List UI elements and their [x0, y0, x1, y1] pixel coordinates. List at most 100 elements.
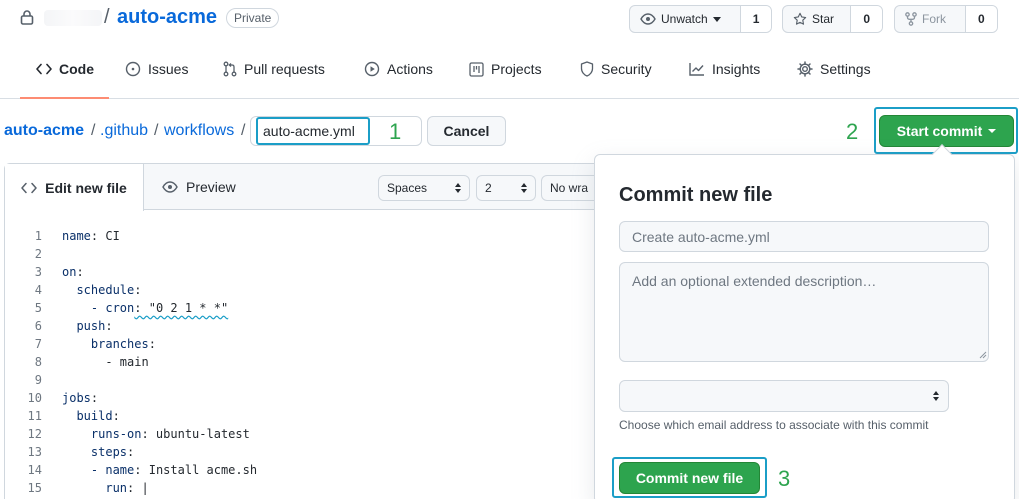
- eye-icon: [162, 181, 178, 193]
- step-marker-2: 2: [846, 119, 859, 144]
- commit-description-textarea[interactable]: [619, 262, 989, 362]
- eye-icon: [640, 13, 656, 25]
- code-line: 3 on:: [34, 265, 84, 279]
- fork-button[interactable]: Fork: [895, 6, 965, 32]
- code-line: 1 name: CI: [34, 229, 120, 243]
- code-line: 14 - name: Install acme.sh: [27, 463, 258, 477]
- select-arrows-icon: [521, 183, 527, 193]
- watch-count[interactable]: 1: [740, 6, 771, 32]
- code-line: 7 branches:: [34, 337, 156, 351]
- code-line: 12 runs-on: ubuntu-latest: [27, 427, 250, 441]
- code-line: 10 jobs:: [27, 391, 99, 405]
- pull-request-icon: [223, 61, 237, 77]
- graph-icon: [689, 63, 704, 76]
- select-arrows-icon: [933, 391, 939, 401]
- code-line: 8 - main: [34, 355, 149, 369]
- tab-settings[interactable]: Settings: [797, 40, 871, 98]
- tab-issues-label: Issues: [148, 61, 189, 77]
- lock-icon: [20, 10, 34, 25]
- breadcrumb-github-link[interactable]: .github: [100, 122, 148, 140]
- chevron-down-icon: [988, 129, 997, 133]
- gear-icon: [797, 61, 813, 77]
- repo-nav: Code Issues Pull requests Actions Projec…: [0, 40, 1019, 99]
- step-marker-1: 1: [389, 119, 402, 144]
- chevron-down-icon: [712, 16, 721, 22]
- commit-email-select[interactable]: [619, 380, 949, 412]
- watch-button-group: Unwatch 1: [629, 5, 772, 33]
- tab-preview[interactable]: Preview: [162, 164, 236, 210]
- indent-mode-select[interactable]: Spaces: [378, 175, 470, 201]
- code-line: 15 run: |: [27, 481, 149, 495]
- tab-pull-requests[interactable]: Pull requests: [223, 40, 325, 98]
- tab-projects[interactable]: Projects: [469, 40, 542, 98]
- filename-input[interactable]: [256, 117, 370, 145]
- cancel-button[interactable]: Cancel: [427, 116, 506, 146]
- code-line: 2: [34, 247, 42, 261]
- star-label: Star: [812, 12, 835, 26]
- repo-owner-redacted: [44, 10, 102, 26]
- resize-grip-icon[interactable]: [979, 351, 987, 359]
- unwatch-button[interactable]: Unwatch: [630, 6, 740, 32]
- visibility-badge: Private: [226, 8, 280, 28]
- star-button[interactable]: Star: [783, 6, 850, 32]
- tab-insights[interactable]: Insights: [689, 40, 760, 98]
- breadcrumb-separator: /: [241, 122, 246, 139]
- fork-label: Fork: [922, 12, 946, 26]
- star-button-group: Star 0: [782, 5, 883, 33]
- project-icon: [469, 61, 484, 77]
- unwatch-label: Unwatch: [661, 12, 708, 26]
- code-line: 4 schedule:: [34, 283, 142, 297]
- tab-edit-label: Edit new file: [45, 179, 127, 196]
- breadcrumb-workflows-link[interactable]: workflows: [164, 122, 234, 140]
- repo-header: / auto-acme Private Unwatch 1 Star 0 For…: [0, 0, 1019, 40]
- active-tab-underline: [20, 97, 109, 99]
- fork-icon: [905, 12, 917, 26]
- tab-edit-new-file[interactable]: Edit new file: [5, 164, 144, 211]
- code-editor[interactable]: 1 name: CI 2 3 on: 4 schedule: 5 - cron: "…: [5, 226, 605, 499]
- breadcrumb-separator: /: [154, 122, 159, 139]
- code-icon: [21, 182, 37, 193]
- tab-actions[interactable]: Actions: [364, 40, 433, 98]
- commit-summary-input[interactable]: [619, 221, 989, 252]
- indent-size-select[interactable]: 2: [476, 175, 536, 201]
- line-wrap-select[interactable]: No wra: [541, 175, 601, 201]
- repo-name-link[interactable]: auto-acme: [117, 6, 217, 29]
- tab-code-label: Code: [59, 61, 94, 77]
- tab-pull-requests-label: Pull requests: [244, 61, 325, 77]
- star-count[interactable]: 0: [850, 6, 882, 32]
- code-line: 11 build:: [27, 409, 120, 423]
- code-line: 13 steps:: [27, 445, 135, 459]
- start-commit-label: Start commit: [896, 123, 983, 139]
- tab-code[interactable]: Code: [36, 40, 94, 98]
- code-icon: [36, 63, 52, 75]
- tab-security[interactable]: Security: [580, 40, 652, 98]
- step-marker-3: 3: [778, 466, 791, 491]
- tab-issues[interactable]: Issues: [125, 40, 188, 98]
- shield-icon: [580, 61, 594, 77]
- tab-actions-label: Actions: [387, 61, 433, 77]
- select-arrows-icon: [455, 183, 461, 193]
- issue-icon: [125, 61, 141, 77]
- tab-settings-label: Settings: [820, 61, 871, 77]
- commit-email-hint: Choose which email address to associate …: [619, 418, 929, 432]
- indent-size-value: 2: [485, 181, 492, 195]
- breadcrumb-separator: /: [91, 122, 96, 139]
- start-commit-button[interactable]: Start commit: [879, 115, 1014, 147]
- tab-projects-label: Projects: [491, 61, 542, 77]
- repo-path-separator: /: [104, 6, 110, 28]
- commit-panel-title: Commit new file: [619, 184, 773, 206]
- code-line: 9: [34, 373, 42, 387]
- tab-preview-label: Preview: [186, 179, 236, 195]
- play-icon: [364, 61, 380, 77]
- tab-security-label: Security: [601, 61, 652, 77]
- commit-new-file-button[interactable]: Commit new file: [619, 462, 760, 494]
- fork-button-group: Fork 0: [894, 5, 998, 33]
- code-line: 5 - cron: "0 2 1 * *": [34, 301, 229, 315]
- fork-count[interactable]: 0: [964, 6, 997, 32]
- indent-mode-value: Spaces: [387, 181, 428, 195]
- star-icon: [793, 12, 807, 25]
- code-line: 6 push:: [34, 319, 113, 333]
- line-wrap-value: No wra: [550, 181, 589, 195]
- tab-insights-label: Insights: [712, 61, 761, 77]
- breadcrumb-root-link[interactable]: auto-acme: [4, 122, 84, 140]
